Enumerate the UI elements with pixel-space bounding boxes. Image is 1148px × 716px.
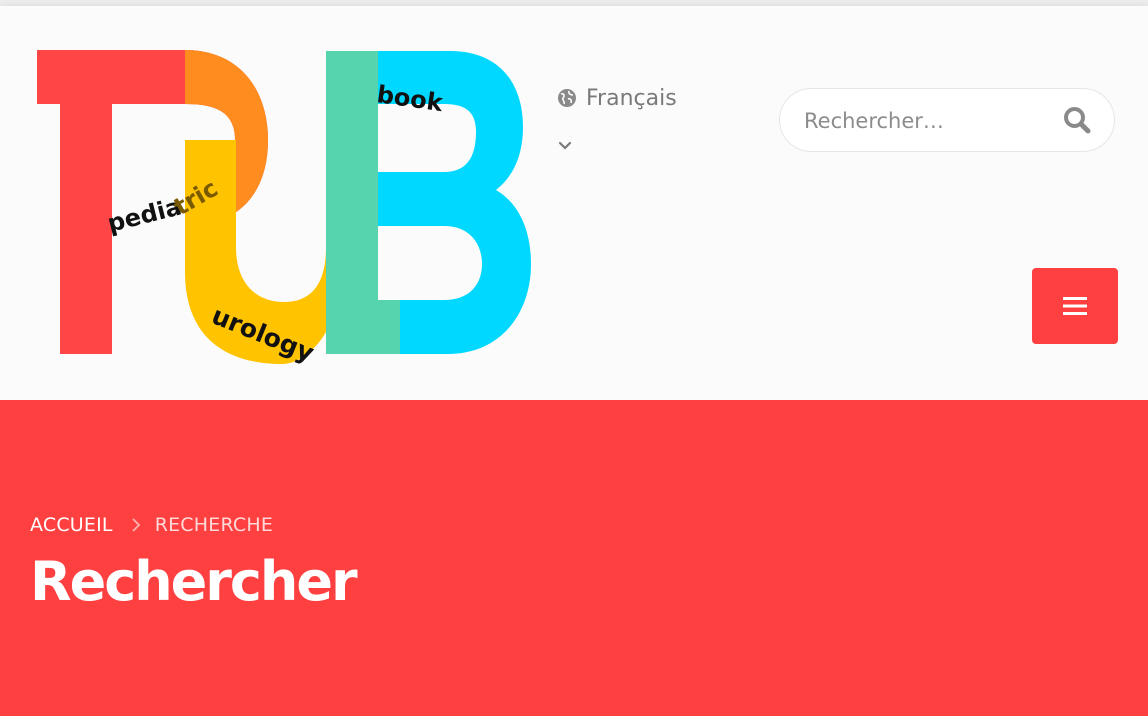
language-label: Français [586,85,677,111]
search-button[interactable] [1062,105,1092,135]
site-logo[interactable]: pedia tric urology book [30,42,540,372]
hamburger-icon [1063,297,1087,315]
language-selector[interactable]: Français [557,82,707,172]
menu-toggle-button[interactable] [1032,268,1118,344]
page-hero: ACCUEIL RECHERCHE Rechercher [0,400,1148,716]
globe-icon [558,89,576,107]
chevron-right-icon [132,518,140,532]
breadcrumb: ACCUEIL RECHERCHE [30,514,273,536]
page-title: Rechercher [30,550,358,613]
pub-logo-image: pedia tric urology book [37,50,531,368]
search-form [779,88,1115,152]
breadcrumb-home-link[interactable]: ACCUEIL [30,514,113,536]
search-icon [1064,107,1091,134]
site-header: pedia tric urology book Français [0,6,1148,400]
breadcrumb-current: RECHERCHE [154,514,274,536]
chevron-down-icon[interactable] [557,138,573,154]
search-input[interactable] [802,103,1046,139]
